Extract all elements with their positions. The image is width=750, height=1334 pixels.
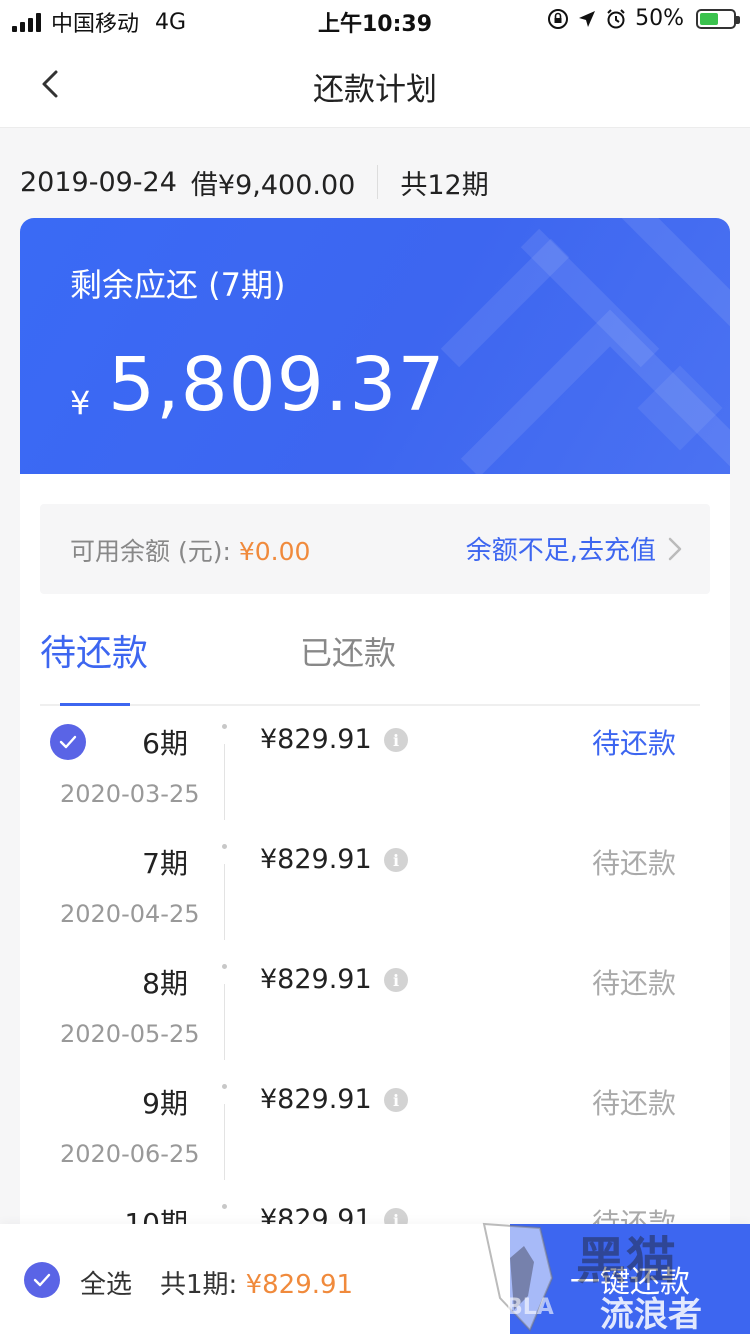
installment-status: 待还款 <box>591 967 676 1000</box>
installment-period: 7期 <box>142 847 188 880</box>
chevron-right-icon <box>668 537 682 560</box>
loan-total-periods: 共12期 <box>400 169 489 201</box>
installment-period: 9期 <box>142 1087 188 1120</box>
timeline-dot <box>222 844 227 849</box>
timeline-line <box>224 864 225 940</box>
balance-label-text: 可用余额 (元): <box>70 537 239 566</box>
alarm-icon <box>607 8 625 28</box>
status-bar: 中国移动 4G 上午10:39 50% <box>0 0 750 40</box>
loan-date: 2019-09-24 <box>20 166 177 198</box>
installment-period: 6期 <box>142 727 188 760</box>
installment-date: 2020-05-25 <box>60 1020 200 1048</box>
remaining-currency: ¥ <box>70 384 91 422</box>
timeline-dot <box>222 1084 227 1089</box>
installment-status: 待还款 <box>591 727 676 760</box>
bottom-action-bar: 全选 共1期: ¥829.91 一键还款 <box>0 1224 750 1334</box>
content-panel: 可用余额 (元): ¥0.00 余额不足,去充值 待还款 已还款 6期 2020… <box>20 474 730 1334</box>
installment-row[interactable]: 9期 2020-06-25 ¥829.91 i 待还款 <box>20 1068 730 1188</box>
balance-label: 可用余额 (元): ¥0.00 <box>70 532 310 568</box>
page-title: 还款计划 <box>313 72 437 108</box>
info-icon[interactable]: i <box>384 1088 408 1112</box>
recharge-link-text: 余额不足,去充值 <box>465 536 656 566</box>
select-all-checkbox[interactable] <box>24 1262 60 1298</box>
selected-total-label: 共1期: <box>160 1270 246 1300</box>
installment-status: 待还款 <box>591 1087 676 1120</box>
location-arrow-icon <box>579 10 596 27</box>
status-right: 50% <box>547 6 740 31</box>
remaining-amount: 5,809.37 <box>108 342 446 428</box>
installment-amount: ¥829.91 <box>260 844 372 875</box>
info-icon[interactable]: i <box>384 848 408 872</box>
installment-status: 待还款 <box>591 847 676 880</box>
installment-date: 2020-06-25 <box>60 1140 200 1168</box>
check-icon <box>33 1273 51 1287</box>
timeline-dot <box>222 1204 227 1209</box>
select-all-label[interactable]: 全选 <box>80 1264 132 1301</box>
loan-info: 2019-09-24 借¥9,400.00 共12期 <box>20 160 489 204</box>
installment-checkbox[interactable] <box>50 724 86 760</box>
installment-row[interactable]: 6期 2020-03-25 ¥829.91 i 待还款 <box>20 708 730 828</box>
remaining-summary-card: 剩余应还 (7期) ¥ 5,809.37 <box>20 218 730 474</box>
battery-icon <box>696 8 740 29</box>
installment-amount: ¥829.91 <box>260 964 372 995</box>
one-click-pay-button[interactable]: 一键还款 <box>510 1224 750 1334</box>
timeline-line <box>224 744 225 820</box>
selected-total-amount: ¥829.91 <box>245 1270 354 1300</box>
timeline-line <box>224 984 225 1060</box>
info-icon[interactable]: i <box>384 728 408 752</box>
balance-value: ¥0.00 <box>238 537 311 566</box>
installment-list: 6期 2020-03-25 ¥829.91 i 待还款 7期 2020-04-2… <box>20 708 730 1228</box>
check-icon <box>59 735 77 749</box>
installment-amount: ¥829.91 <box>260 724 372 755</box>
tabs: 待还款 已还款 <box>40 614 700 706</box>
timeline-dot <box>222 964 227 969</box>
remaining-label: 剩余应还 (7期) <box>70 266 286 304</box>
installment-date: 2020-03-25 <box>60 780 200 808</box>
selected-total: 共1期: ¥829.91 <box>160 1264 353 1301</box>
rotation-lock-icon <box>548 8 569 29</box>
nav-bar: 还款计划 <box>0 40 750 128</box>
tab-paid[interactable]: 已还款 <box>300 628 396 674</box>
tab-active-indicator <box>60 703 130 706</box>
installment-date: 2020-04-25 <box>60 900 200 928</box>
card-decoration-icon <box>440 218 730 474</box>
loan-amount: 借¥9,400.00 <box>190 169 356 201</box>
installment-row[interactable]: 10期 2020-07-25 ¥829.91 i 待还款 <box>20 1188 730 1228</box>
installment-row[interactable]: 7期 2020-04-25 ¥829.91 i 待还款 <box>20 828 730 948</box>
timeline-line <box>224 1104 225 1180</box>
repayment-plan-page: 中国移动 4G 上午10:39 50% 还款计划 2019-09-24 借¥9,… <box>0 0 750 1334</box>
tab-pending[interactable]: 待还款 <box>40 624 148 676</box>
timeline-dot <box>222 724 227 729</box>
balance-box: 可用余额 (元): ¥0.00 余额不足,去充值 <box>40 504 710 594</box>
loan-divider <box>377 165 379 199</box>
installment-row[interactable]: 8期 2020-05-25 ¥829.91 i 待还款 <box>20 948 730 1068</box>
recharge-link[interactable]: 余额不足,去充值 <box>466 530 682 567</box>
info-icon[interactable]: i <box>384 968 408 992</box>
installment-period: 8期 <box>142 967 188 1000</box>
battery-percent: 50% <box>635 6 684 31</box>
installment-amount: ¥829.91 <box>260 1084 372 1115</box>
